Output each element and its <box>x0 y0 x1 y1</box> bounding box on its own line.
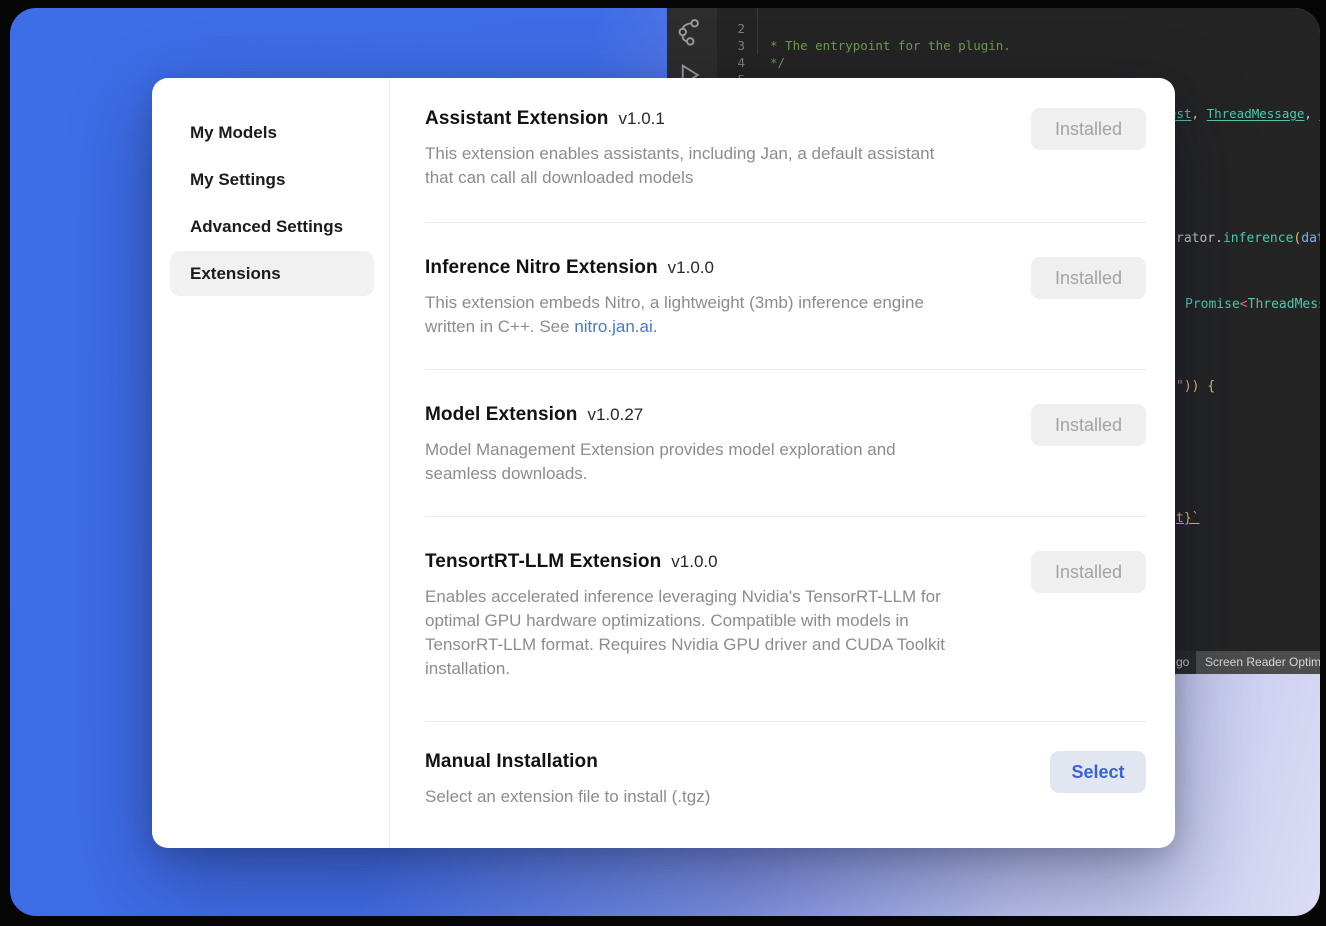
code-fragment: rator.inference(data)); <box>1176 231 1320 246</box>
settings-sidebar: My Models My Settings Advanced Settings … <box>152 78 390 848</box>
extension-row-tensorrt: TensortRT-LLM Extension v1.0.0 Enables a… <box>425 517 1146 722</box>
extension-row-assistant: Assistant Extension v1.0.1 This extensio… <box>425 78 1146 223</box>
extension-name: Assistant Extension <box>425 108 609 130</box>
installed-button: Installed <box>1031 108 1146 150</box>
extension-version: v1.0.1 <box>619 109 665 129</box>
sidebar-item-my-settings[interactable]: My Settings <box>170 157 374 202</box>
installed-button: Installed <box>1031 551 1146 593</box>
extension-row-nitro: Inference Nitro Extension v1.0.0 This ex… <box>425 223 1146 370</box>
code-line: 5 // Web / extension runtime <box>667 54 1320 71</box>
extension-name: TensortRT-LLM Extension <box>425 551 661 573</box>
sidebar-item-my-models[interactable]: My Models <box>170 110 374 155</box>
extension-description: Model Management Extension provides mode… <box>425 438 896 486</box>
extension-version: v1.0.0 <box>668 258 714 278</box>
installed-button: Installed <box>1031 404 1146 446</box>
installed-button: Installed <box>1031 257 1146 299</box>
extension-row-manual-install: Manual Installation Select an extension … <box>425 722 1146 832</box>
sidebar-item-label: Advanced Settings <box>190 217 343 237</box>
sidebar-item-label: Extensions <box>190 264 281 284</box>
extension-name: Manual Installation <box>425 751 598 773</box>
code-fragment: Promise<ThreadMessage> <box>1185 297 1320 312</box>
settings-modal: My Models My Settings Advanced Settings … <box>152 78 1175 848</box>
select-file-button[interactable]: Select <box>1050 751 1146 793</box>
code-fragment: ")) { <box>1176 379 1215 394</box>
extension-description: Select an extension file to install (.tg… <box>425 785 710 809</box>
code-line: 3 */ <box>667 20 1320 37</box>
extension-name: Model Extension <box>425 404 577 426</box>
extension-name: Inference Nitro Extension <box>425 257 658 279</box>
code-line: 4 <box>667 37 1320 54</box>
sidebar-item-extensions[interactable]: Extensions <box>170 251 374 296</box>
extension-description: This extension enables assistants, inclu… <box>425 142 934 190</box>
extensions-panel: Assistant Extension v1.0.1 This extensio… <box>390 78 1175 848</box>
extension-description: Enables accelerated inference leveraging… <box>425 585 945 681</box>
screen-reader-status-item[interactable]: Screen Reader Optimize <box>1196 651 1320 674</box>
app-canvas: 2 * The entrypoint for the plugin. 3 */ … <box>10 8 1320 916</box>
extension-version: v1.0.27 <box>587 405 643 425</box>
extension-version: v1.0.0 <box>671 552 717 572</box>
nitro-jan-ai-link[interactable]: nitro.jan.ai. <box>574 317 657 336</box>
extension-row-model: Model Extension v1.0.27 Model Management… <box>425 370 1146 517</box>
code-line: 2 * The entrypoint for the plugin. <box>667 8 1320 20</box>
sidebar-item-label: My Models <box>190 123 277 143</box>
sidebar-item-advanced-settings[interactable]: Advanced Settings <box>170 204 374 249</box>
status-text: go <box>1176 651 1189 674</box>
extension-description: This extension embeds Nitro, a lightweig… <box>425 291 924 339</box>
code-fragment: t}` <box>1176 511 1199 526</box>
sidebar-item-label: My Settings <box>190 170 285 190</box>
